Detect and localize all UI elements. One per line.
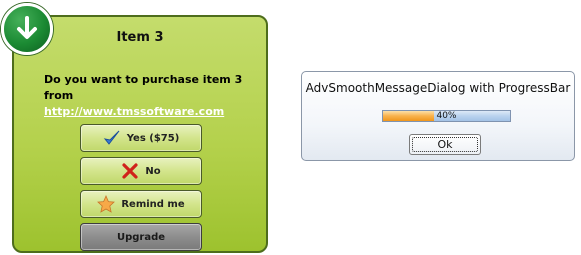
close-x-icon bbox=[121, 162, 139, 180]
progress-dialog: AdvSmoothMessageDialog with ProgressBar … bbox=[301, 71, 575, 161]
star-icon bbox=[97, 194, 116, 213]
no-button[interactable]: No bbox=[80, 157, 202, 185]
remind-me-button[interactable]: Remind me bbox=[80, 190, 202, 218]
progress-dialog-title: AdvSmoothMessageDialog with ProgressBar bbox=[305, 81, 571, 95]
progress-bar: 40% bbox=[382, 110, 511, 122]
no-button-label: No bbox=[145, 165, 161, 177]
upgrade-button[interactable]: Upgrade bbox=[80, 223, 202, 251]
dialog-message: Do you want to purchase item 3 from http… bbox=[44, 72, 254, 120]
website-link[interactable]: http://www.tmssoftware.com bbox=[44, 105, 224, 118]
message-text: Do you want to purchase item 3 from bbox=[44, 73, 243, 102]
purchase-dialog: Item 3 Do you want to purchase item 3 fr… bbox=[12, 15, 268, 253]
checkmark-icon bbox=[103, 129, 121, 147]
progress-percentage: 40% bbox=[436, 111, 457, 121]
upgrade-button-label: Upgrade bbox=[116, 231, 166, 243]
remind-me-button-label: Remind me bbox=[121, 198, 185, 210]
focus-rectangle bbox=[412, 137, 478, 152]
yes-button[interactable]: Yes ($75) bbox=[80, 124, 202, 152]
yes-button-label: Yes ($75) bbox=[126, 132, 180, 144]
download-arrow-icon bbox=[1, 3, 53, 55]
ok-button[interactable]: Ok bbox=[409, 134, 481, 155]
